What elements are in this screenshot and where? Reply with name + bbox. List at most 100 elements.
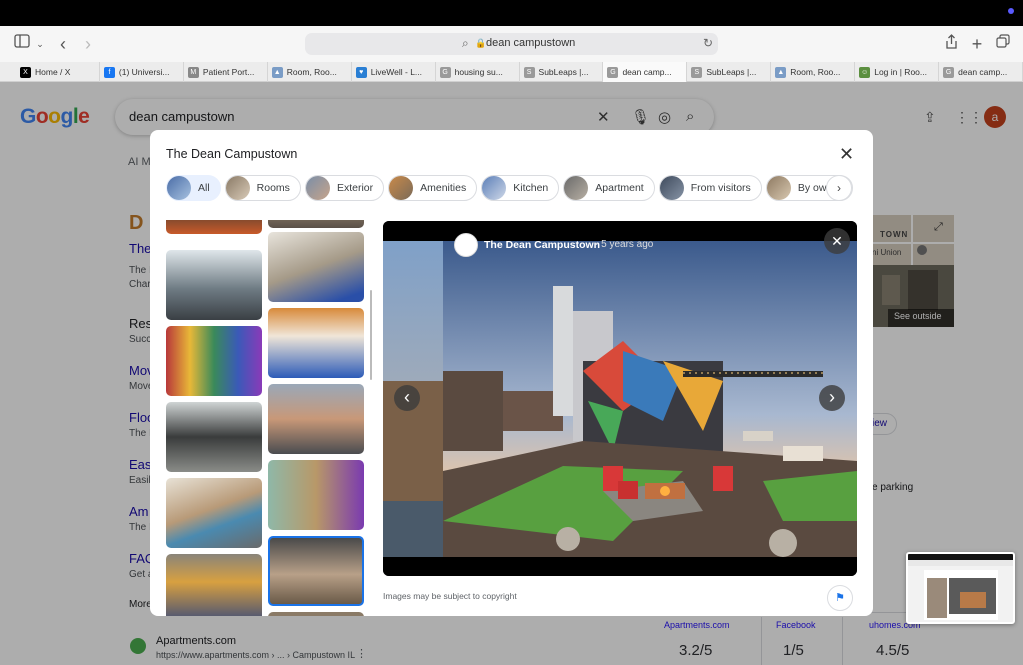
tab-strip: X Home / X f (1) Universi... M Patient Port..…: [0, 62, 1023, 82]
source-avatar: [454, 233, 478, 257]
tab-label: LiveWell - L...: [370, 67, 423, 77]
chip-kitchen[interactable]: Kitchen: [481, 175, 560, 201]
tab-favicon-icon: ▲: [775, 66, 787, 78]
tab-label: SubLeaps |...: [538, 67, 589, 77]
image-thumbnail[interactable]: [166, 250, 262, 320]
image-thumbnail[interactable]: [166, 554, 262, 616]
share-icon[interactable]: [943, 34, 959, 54]
flag-icon[interactable]: ⚑: [827, 585, 853, 611]
chevron-right-icon[interactable]: ›: [826, 175, 852, 201]
chip-thumbnail: [564, 176, 589, 200]
image-thumbnail-selected[interactable]: [268, 536, 364, 606]
tab-favicon-icon: G: [943, 66, 955, 78]
chip-label: Exterior: [336, 182, 374, 194]
rating-source[interactable]: Apartments.com: [664, 620, 730, 630]
browser-toolbar: ⌄ ‹ › ≡ ⌕ 🔒 dean campustown ↻ +: [0, 26, 1023, 62]
chip-label: Kitchen: [513, 182, 549, 194]
image-thumbnail[interactable]: [268, 232, 364, 302]
browser-tab[interactable]: M Patient Port...: [184, 62, 268, 82]
chip-all[interactable]: All: [166, 175, 221, 201]
browser-tab[interactable]: f (1) Universi...: [100, 62, 184, 82]
browser-tab[interactable]: X Home / X: [16, 62, 100, 82]
image-thumbnail[interactable]: [166, 402, 262, 472]
close-icon[interactable]: ✕: [839, 144, 854, 165]
tab-favicon-icon: X: [20, 66, 31, 78]
image-thumbnail[interactable]: [166, 220, 262, 234]
system-bar: [0, 0, 1023, 26]
browser-tab[interactable]: ▲ Room, Roo...: [771, 62, 856, 82]
browser-tab[interactable]: Ghousing su...: [436, 62, 520, 82]
chip-amenities[interactable]: Amenities: [388, 175, 478, 201]
image-thumbnail[interactable]: [166, 326, 262, 396]
tab-label: housing su...: [454, 67, 503, 77]
filter-chips: All Rooms Exterior Amenities Kitchen Apa…: [166, 175, 853, 201]
tab-label: dean camp...: [622, 67, 672, 77]
tab-favicon-icon: S: [691, 66, 703, 78]
chip-thumbnail: [305, 176, 330, 200]
tab-favicon-icon: S: [523, 66, 535, 78]
tab-favicon-icon: M: [187, 66, 199, 78]
chip-thumbnail: [225, 176, 250, 200]
browser-tab[interactable]: ♥ LiveWell - L...: [352, 62, 436, 82]
browser-tab[interactable]: Gdean camp...: [939, 62, 1023, 82]
chip-from-visitors[interactable]: From visitors: [658, 175, 762, 201]
rooftop-image: [383, 221, 857, 576]
chip-rooms[interactable]: Rooms: [224, 175, 301, 201]
chip-thumbnail: [482, 176, 507, 200]
chevron-right-icon[interactable]: ›: [819, 385, 845, 411]
browser-tab[interactable]: ☺ Log in | Roo...: [855, 62, 940, 82]
back-icon[interactable]: ‹: [55, 34, 71, 54]
screenshot-preview-thumbnail[interactable]: [906, 552, 1015, 624]
image-thumbnail[interactable]: [166, 478, 262, 548]
tab-overview-icon[interactable]: [995, 34, 1011, 54]
image-thumbnail[interactable]: [268, 308, 364, 378]
sidebar-icon[interactable]: [12, 34, 32, 54]
new-tab-icon[interactable]: +: [969, 34, 985, 54]
chip-apartment[interactable]: Apartment: [563, 175, 655, 201]
reload-icon[interactable]: ↻: [703, 36, 713, 50]
browser-tab[interactable]: S SubLeaps |...: [687, 62, 772, 82]
image-thumbnail[interactable]: [268, 220, 364, 228]
tab-label: Room, Roo...: [286, 67, 337, 77]
image-thumbnail[interactable]: [268, 612, 364, 616]
chip-label: From visitors: [690, 182, 751, 194]
chip-exterior[interactable]: Exterior: [304, 175, 385, 201]
image-thumbnail[interactable]: [268, 460, 364, 530]
rating-source[interactable]: Facebook: [776, 620, 816, 630]
tab-label: Patient Port...: [202, 67, 255, 77]
rating-value: 3.2/5: [679, 642, 713, 659]
tab-label: Home / X: [35, 67, 71, 77]
tab-label: SubLeaps |...: [706, 67, 757, 77]
image-age-value: 5 years ago: [601, 239, 654, 250]
tab-favicon-icon: f: [103, 66, 115, 78]
address-text: dean campustown: [486, 37, 576, 49]
tab-favicon-icon: G: [439, 66, 451, 78]
forward-icon[interactable]: ›: [80, 34, 96, 54]
tab-favicon-icon: G: [607, 66, 619, 78]
image-grid: [166, 220, 366, 616]
browser-tab[interactable]: Gdean camp...: [603, 62, 688, 82]
address-bar[interactable]: ⌕ 🔒 dean campustown ↻: [305, 33, 718, 55]
scrollbar[interactable]: [370, 290, 372, 380]
copyright-notice: Images may be subject to copyright: [383, 591, 517, 601]
chevron-down-icon[interactable]: ⌄: [34, 34, 46, 54]
chip-label: Rooms: [256, 182, 290, 194]
image-viewer-modal: The Dean Campustown ✕ All Rooms Exterior…: [150, 130, 873, 616]
close-icon[interactable]: ✕: [824, 228, 850, 254]
modal-title: The Dean Campustown: [166, 147, 298, 161]
image-thumbnail[interactable]: [268, 384, 364, 454]
browser-tab[interactable]: S SubLeaps |...: [520, 62, 604, 82]
chevron-left-icon[interactable]: ‹: [394, 385, 420, 411]
browser-tab[interactable]: ▲ Room, Roo...: [268, 62, 352, 82]
tab-label: dean camp...: [958, 67, 1008, 77]
lock-icon: 🔒: [475, 38, 487, 48]
tab-favicon-icon: ▲: [271, 66, 283, 78]
source-name[interactable]: The Dean Campustown: [484, 239, 600, 251]
chip-label: Apartment: [595, 182, 644, 194]
chip-thumbnail: [389, 176, 414, 200]
chip-label: Amenities: [420, 182, 467, 194]
tab-favicon-icon: ♥: [355, 66, 367, 78]
rating-value: 4.5/5: [876, 642, 910, 659]
chip-thumbnail: [659, 176, 684, 200]
tab-favicon-icon: ☺: [859, 66, 871, 78]
